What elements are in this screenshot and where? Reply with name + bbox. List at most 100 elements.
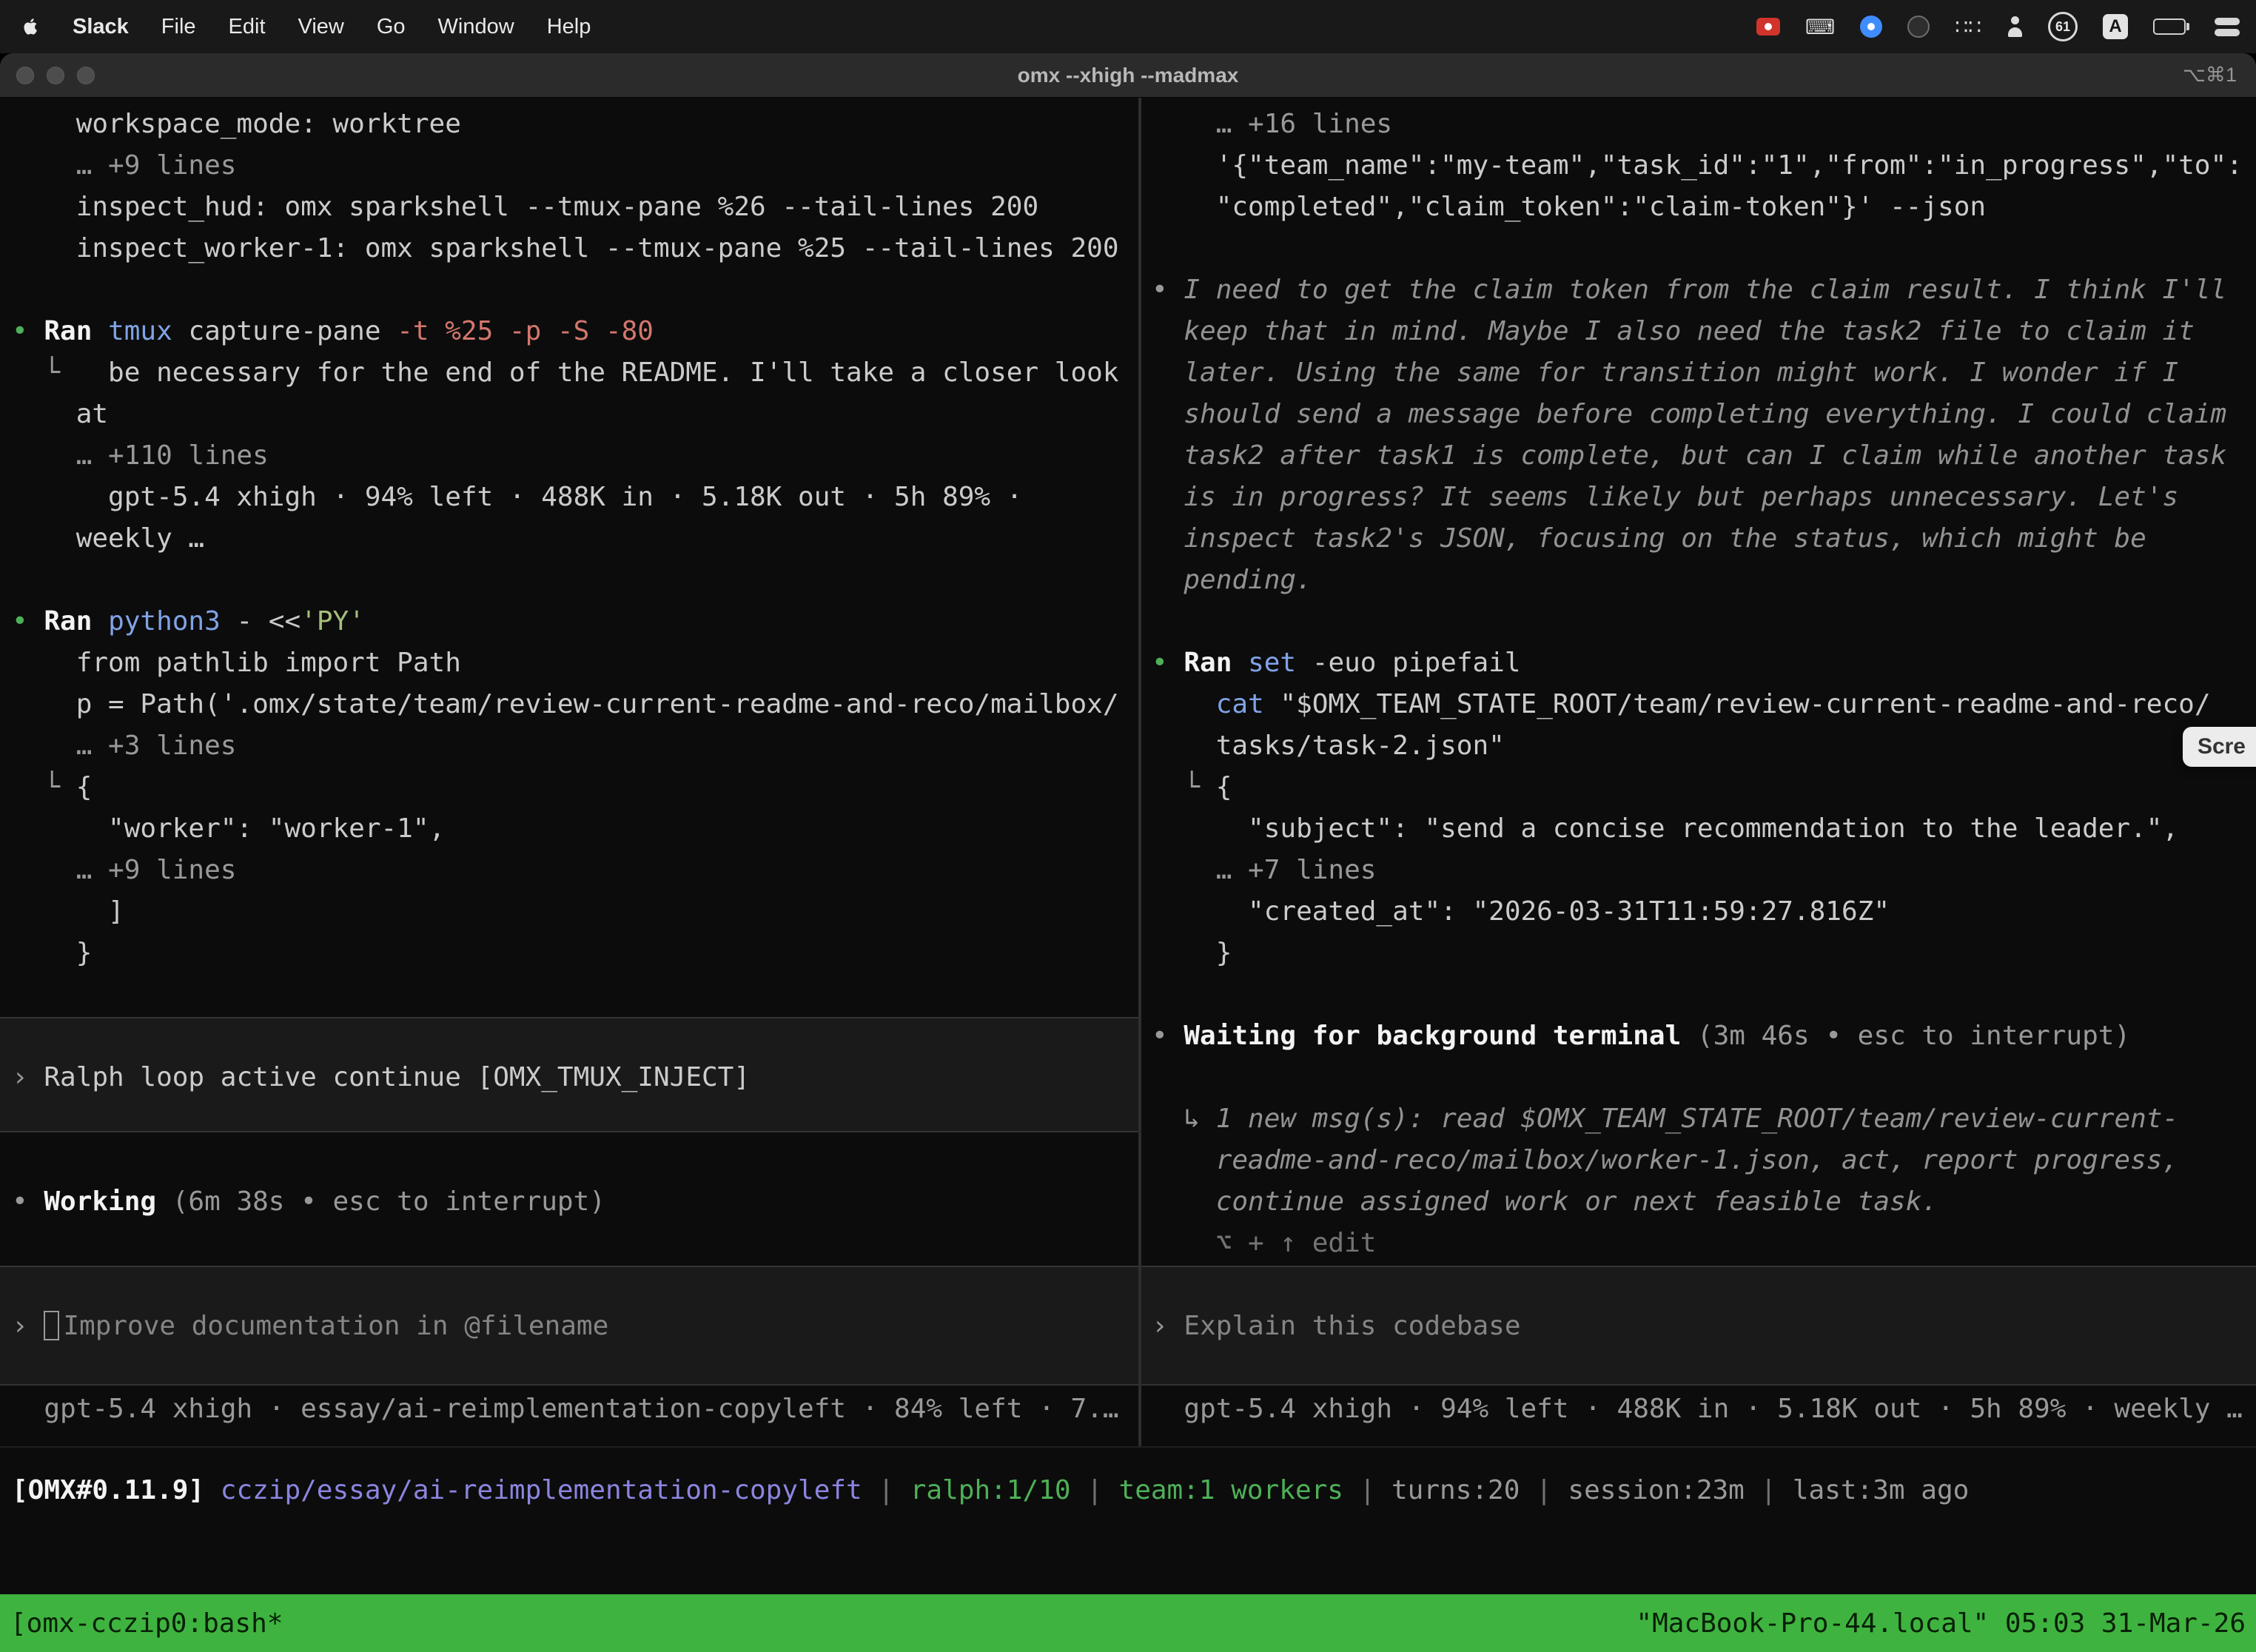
close-button[interactable] (16, 67, 34, 84)
terminal-text: (3m 46s • esc to interrupt) (1697, 1021, 2130, 1051)
terminal-text: • (12, 606, 44, 637)
terminal-row: workspace_mode: worktree (12, 104, 1138, 145)
terminal-text: (6m 38s • esc to interrupt) (172, 1186, 605, 1217)
terminal-row: is in progress? It seems likely but perh… (1152, 477, 2256, 518)
control-center-icon[interactable] (2215, 18, 2240, 36)
menu-edit[interactable]: Edit (229, 15, 266, 39)
terminal-text: last:3m ago (1793, 1475, 1969, 1505)
dots-grid-icon[interactable]: ∷∷ (1955, 15, 1981, 39)
terminal-text: gpt-5.4 xhigh · essay/ai-reimplementatio… (12, 1394, 1119, 1424)
terminal-row (12, 974, 1138, 1015)
terminal-row: p = Path('.omx/state/team/review-current… (12, 684, 1138, 725)
terminal-row (12, 560, 1138, 601)
terminal-text: task2 after task1 is complete, but can I… (1152, 440, 2226, 471)
terminal-text: … +9 lines (12, 150, 236, 181)
terminal-row (1152, 1057, 2256, 1098)
apple-menu-icon[interactable] (22, 16, 40, 37)
minimize-button[interactable] (47, 67, 64, 84)
blue-app-icon[interactable] (1860, 16, 1882, 38)
terminal-text: tasks/task-2.json" (1152, 731, 1505, 761)
menu-app-name[interactable]: Slack (73, 15, 129, 39)
terminal-text: turns:20 (1391, 1475, 1520, 1505)
terminal[interactable]: workspace_mode: worktree … +9 lines insp… (0, 98, 2256, 1652)
terminal-row: • Working (6m 38s • esc to interrupt) (12, 1181, 1138, 1223)
terminal-text: ⌥ + ↑ edit (1152, 1228, 1376, 1258)
terminal-text: • (12, 316, 44, 346)
menu-file[interactable]: File (161, 15, 196, 39)
terminal-row: ⌥ + ↑ edit (1152, 1223, 2256, 1264)
dark-app-icon[interactable] (1907, 16, 1930, 38)
terminal-text: inspect task2's JSON, focusing on the st… (1152, 523, 2146, 554)
terminal-text: | (1520, 1475, 1568, 1505)
terminal-text: p = Path('.omx/state/team/review-current… (12, 689, 1119, 719)
terminal-row: … +7 lines (1152, 850, 2256, 891)
terminal-text: | (862, 1475, 910, 1505)
assistant-icon[interactable] (2007, 16, 2023, 37)
terminal-text: be necessary for the end of the README. … (108, 357, 1118, 388)
menu-help[interactable]: Help (547, 15, 591, 39)
terminal-row: '{"team_name":"my-team","task_id":"1","f… (1152, 145, 2256, 187)
menubar: Slack File Edit View Go Window Help ⌨ ∷∷… (0, 0, 2256, 53)
battery-percent-ring[interactable]: 61 (2048, 12, 2078, 41)
terminal-row: └ be necessary for the end of the README… (12, 352, 1138, 394)
terminal-text: "subject": "send a concise recommendatio… (1152, 813, 2178, 844)
terminal-text: └ (1152, 772, 1216, 802)
titlebar[interactable]: omx --xhigh --madmax ⌥⌘1 (0, 53, 2256, 98)
terminal-text: 1 new msg(s): read $OMX_TEAM_STATE_ROOT/… (1216, 1104, 2178, 1134)
terminal-row (1152, 228, 2256, 269)
terminal-text (1152, 689, 1216, 719)
terminal-text: inspect_hud: omx sparkshell --tmux-pane … (12, 192, 1038, 222)
terminal-text: weekly … (12, 523, 204, 554)
terminal-row (1152, 1347, 2256, 1389)
tmux-host-time: "MacBook-Pro-44.local" 05:03 31-Mar-26 (1636, 1608, 2246, 1639)
terminal-text: pending. (1152, 565, 1312, 595)
battery-icon[interactable] (2153, 19, 2189, 35)
terminal-row: tasks/task-2.json" (1152, 725, 2256, 767)
terminal-text: › (1152, 1311, 1184, 1341)
zoom-button[interactable] (77, 67, 95, 84)
terminal-row (12, 1015, 1138, 1057)
terminal-text: tmux (108, 316, 188, 346)
menu-window[interactable]: Window (438, 15, 514, 39)
menu-view[interactable]: View (298, 15, 344, 39)
terminal-text: workspace_mode: worktree (12, 109, 461, 139)
terminal-row (1152, 974, 2256, 1015)
terminal-row: later. Using the same for transition mig… (1152, 352, 2256, 394)
terminal-row: } (1152, 933, 2256, 974)
terminal-row: at (12, 394, 1138, 435)
terminal-text: … +110 lines (12, 440, 269, 471)
terminal-text: Waiting for background terminal (1184, 1021, 1697, 1051)
terminal-text: '{"team_name":"my-team","task_id":"1","f… (1152, 150, 2243, 181)
terminal-text: { (1216, 772, 1232, 802)
terminal-row (12, 1140, 1138, 1181)
input-source-icon[interactable]: A (2103, 14, 2128, 39)
terminal-text: Ran (44, 606, 108, 637)
terminal-text: session:23m (1568, 1475, 1744, 1505)
terminal-text: gpt-5.4 xhigh · 94% left · 488K in · 5.1… (12, 482, 1022, 512)
terminal-text: from pathlib import Path (12, 648, 461, 678)
terminal-text: • (1152, 648, 1184, 678)
input-cursor (44, 1311, 59, 1340)
screen-tooltip: Scre (2183, 727, 2256, 767)
tmux-session-label: [omx-cczip0:bash* (10, 1608, 283, 1639)
screen-recording-icon[interactable] (1756, 18, 1780, 36)
omx-status-line: [OMX#0.11.9] cczip/essay/ai-reimplementa… (0, 1470, 2256, 1511)
pane-left: workspace_mode: worktree … +9 lines insp… (0, 98, 1138, 1430)
terminal-text: … +7 lines (1152, 855, 1376, 885)
terminal-row: from pathlib import Path (12, 642, 1138, 684)
terminal-text: } (12, 938, 92, 968)
terminal-row: readme-and-reco/mailbox/worker-1.json, a… (1152, 1140, 2256, 1181)
terminal-row: • Ran tmux capture-pane -t %25 -p -S -80 (12, 311, 1138, 352)
menu-go[interactable]: Go (377, 15, 406, 39)
terminal-row: task2 after task1 is complete, but can I… (1152, 435, 2256, 477)
terminal-text: cczip/essay/ai-reimplementation-copyleft (221, 1475, 862, 1505)
terminal-text: python3 (108, 606, 236, 637)
terminal-text: "created_at": "2026-03-31T11:59:27.816Z" (1152, 896, 1890, 927)
terminal-text: continue assigned work or next feasible … (1152, 1186, 1938, 1217)
terminal-text: later. Using the same for transition mig… (1152, 357, 2178, 388)
keyboard-icon[interactable]: ⌨ (1805, 15, 1835, 39)
terminal-text: | (1745, 1475, 1793, 1505)
pane-left-rows: workspace_mode: worktree … +9 lines insp… (0, 98, 1138, 1430)
menubar-left: Slack File Edit View Go Window Help (22, 15, 591, 39)
terminal-text: { (76, 772, 93, 802)
